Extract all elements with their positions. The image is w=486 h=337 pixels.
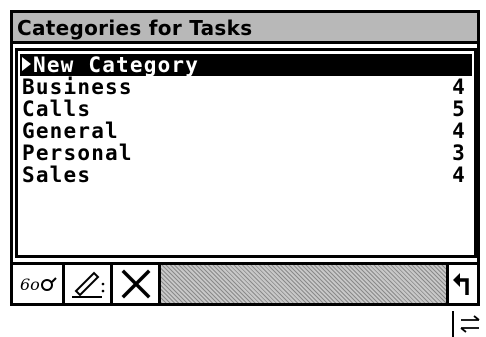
category-name: Personal — [22, 141, 133, 165]
new-category-label: New Category — [33, 53, 200, 77]
category-count: 4 — [452, 119, 466, 143]
view-button[interactable]: 6o — [13, 265, 65, 303]
category-count: 4 — [452, 75, 466, 99]
list-item[interactable]: Calls 5 — [20, 98, 472, 120]
list-item[interactable]: Sales 4 — [20, 164, 472, 186]
scroll-control[interactable] — [452, 311, 486, 337]
new-category-item[interactable]: New Category — [20, 54, 472, 76]
delete-button[interactable] — [113, 265, 161, 303]
glasses-icon: 6o — [20, 275, 57, 294]
pencil-icon — [71, 271, 104, 298]
scroll-arrows-icon — [460, 315, 480, 333]
title-bar: Categories for Tasks — [13, 13, 477, 44]
x-icon — [121, 269, 150, 299]
category-list[interactable]: New Category Business 4 Calls 5 General … — [15, 48, 477, 258]
category-name: Business — [22, 75, 133, 99]
list-item[interactable]: General 4 — [20, 120, 472, 142]
caret-icon — [22, 57, 31, 71]
category-count: 3 — [452, 141, 466, 165]
edit-button[interactable] — [65, 265, 113, 303]
window-title: Categories for Tasks — [17, 16, 253, 40]
return-arrow-icon — [453, 273, 469, 295]
list-item[interactable]: Personal 3 — [20, 142, 472, 164]
category-count: 4 — [452, 163, 466, 187]
category-name: General — [22, 119, 119, 143]
back-button[interactable] — [446, 265, 477, 303]
toolbar-spacer — [161, 265, 446, 303]
category-count: 5 — [452, 97, 466, 121]
list-item[interactable]: Business 4 — [20, 76, 472, 98]
category-name: Calls — [22, 97, 92, 121]
category-name: Sales — [22, 163, 92, 187]
svg-text:6o: 6o — [20, 275, 40, 294]
toolbar: 6o — [13, 262, 477, 306]
new-category-label-wrap: New Category — [22, 54, 199, 76]
